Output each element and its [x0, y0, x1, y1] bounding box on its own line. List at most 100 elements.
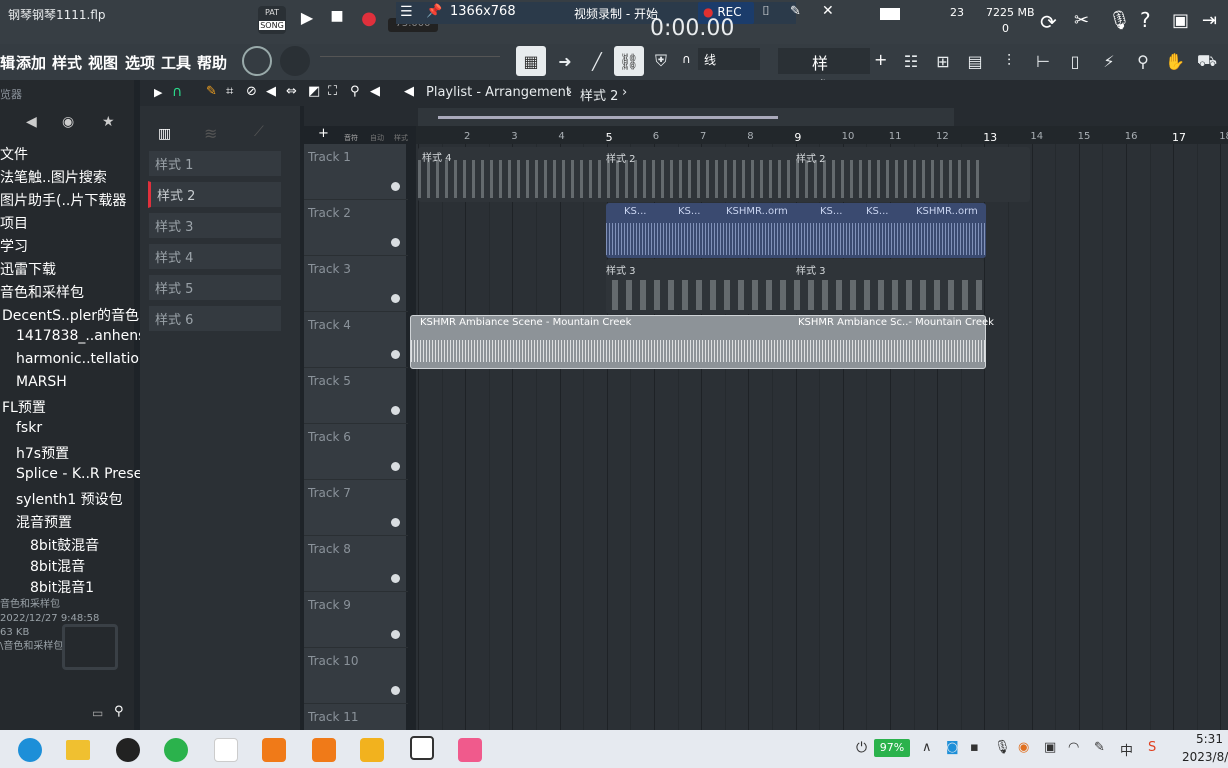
playlist-icon[interactable]: ☷ — [896, 46, 926, 76]
notes-app-icon[interactable] — [360, 738, 384, 762]
track-header[interactable]: Track 10 — [304, 648, 408, 704]
export-icon[interactable]: ⇥ — [1202, 10, 1217, 31]
record-button[interactable]: ● — [356, 8, 382, 34]
track-mute-led[interactable] — [391, 350, 400, 359]
track-mute-led[interactable] — [391, 574, 400, 583]
browser-item[interactable]: 8bit混音 — [30, 556, 85, 576]
tab-patterns[interactable]: 样式 — [394, 133, 408, 143]
track-mute-led[interactable] — [391, 518, 400, 527]
track-mute-led[interactable] — [391, 630, 400, 639]
file-explorer-icon[interactable] — [66, 740, 90, 760]
menu-view[interactable]: 视图 — [88, 52, 118, 73]
track-name[interactable]: Track 5 — [308, 374, 351, 388]
recording-label[interactable]: 视频录制 - 开始 — [574, 5, 658, 22]
add-pattern-icon[interactable]: + — [874, 50, 887, 69]
track-name[interactable]: Track 8 — [308, 542, 351, 556]
browser-item[interactable]: 图片助手(..片下载器 — [0, 190, 126, 210]
track-name[interactable]: Track 11 — [308, 710, 358, 724]
track-header[interactable]: Track 4 — [304, 312, 408, 368]
track-mute-led[interactable] — [391, 406, 400, 415]
search-icon[interactable]: ⚲ — [114, 704, 124, 719]
stamp-icon[interactable]: ⛨ — [646, 46, 676, 76]
folder-icon[interactable]: ▭ — [92, 706, 103, 720]
add-track-icon[interactable]: + — [318, 126, 329, 141]
lamp-icon[interactable]: ⚲ — [1128, 46, 1158, 76]
link-icon[interactable]: ⛓ — [614, 46, 644, 76]
star-icon[interactable]: ★ — [102, 114, 115, 130]
pattern-2[interactable]: 样式 2 — [148, 181, 282, 208]
master-pitch-knob[interactable] — [280, 46, 310, 76]
pattern-4[interactable]: 样式 4 — [148, 243, 282, 270]
browser-item[interactable]: h7s预置 — [16, 443, 69, 463]
browser-item[interactable]: 音色和采样包 — [0, 282, 84, 302]
browser-item[interactable]: 项目 — [0, 213, 28, 233]
browser-tree-icon[interactable]: ⊢ — [1028, 46, 1058, 76]
tab-automation[interactable]: 自动 — [370, 133, 384, 143]
pattern-select[interactable]: 样式 2 — [778, 48, 870, 117]
track-name[interactable]: Track 6 — [308, 430, 351, 444]
browser-item[interactable]: 法笔触..图片搜索 — [0, 167, 107, 187]
track-header[interactable]: Track 8 — [304, 536, 408, 592]
microphone-icon[interactable]: 🎙 — [1108, 10, 1131, 31]
browser-item[interactable]: fskr — [16, 420, 42, 436]
play-button[interactable]: ▶ — [294, 8, 320, 34]
track-name[interactable]: Track 3 — [308, 262, 351, 276]
wifi-icon[interactable]: ◠ — [1068, 740, 1079, 755]
pencil-icon[interactable]: ✎ — [206, 84, 217, 99]
browser-item[interactable]: 8bit混音1 — [30, 577, 94, 597]
browser-item[interactable]: sylenth1 预设包 — [16, 489, 123, 509]
zoom-icon[interactable]: ⚲ — [350, 84, 360, 99]
automation-icon[interactable]: ⟋ — [254, 124, 264, 140]
browser-item-files[interactable]: 文件 — [0, 144, 28, 164]
menu-help[interactable]: 帮助 — [197, 52, 227, 73]
slice-icon[interactable]: ◩ — [308, 84, 320, 99]
globe-icon[interactable]: ◉ — [62, 114, 74, 130]
track-header[interactable]: Track 7 — [304, 480, 408, 536]
pattern-1[interactable]: 样式 1 — [148, 150, 282, 177]
scissors-icon[interactable]: ✂ — [1074, 10, 1089, 31]
select-icon[interactable]: ⛶ — [328, 84, 337, 99]
track-name[interactable]: Track 2 — [308, 206, 351, 220]
step-sequencer-icon[interactable]: ▤ — [960, 46, 990, 76]
mixer-icon[interactable]: ⫶ — [994, 46, 1024, 76]
track-header[interactable]: Track 9 — [304, 592, 408, 648]
menu-options[interactable]: 选项 — [125, 52, 155, 73]
bilibili-icon[interactable] — [410, 736, 434, 760]
menu-edit[interactable]: 辑 — [0, 52, 15, 73]
browser-item[interactable]: Splice - K..R Presets — [16, 466, 155, 482]
menu-add[interactable]: 添加 — [16, 52, 46, 73]
playlist-arrow-icon[interactable]: ▶ — [154, 86, 162, 99]
mute-icon[interactable]: ◀ — [266, 84, 276, 99]
file-icon[interactable]: ▯ — [1060, 46, 1090, 76]
track-header[interactable]: Track 5 — [304, 368, 408, 424]
browser-item[interactable]: 学习 — [0, 236, 28, 256]
paint-icon[interactable]: ⌗ — [226, 84, 233, 99]
save-icon[interactable]: ▣ — [1172, 10, 1189, 31]
piano-roll-icon[interactable]: ▦ — [516, 46, 546, 76]
hand-icon[interactable]: ✋ — [1160, 46, 1190, 76]
playback-icon[interactable]: ◀ — [370, 84, 380, 99]
track-mute-led[interactable] — [391, 294, 400, 303]
pen-icon[interactable]: ✎ — [790, 4, 801, 19]
slip-icon[interactable]: ⇔ — [286, 84, 297, 99]
song-position-slider[interactable] — [320, 56, 500, 62]
track-name[interactable]: Track 9 — [308, 598, 351, 612]
browser-item[interactable]: MARSH — [16, 374, 67, 390]
pin-icon[interactable]: 📌 — [426, 4, 442, 19]
track-header[interactable]: Track 3 — [304, 256, 408, 312]
pattern-5[interactable]: 样式 5 — [148, 274, 282, 301]
baidu-netdisk-icon[interactable] — [214, 738, 238, 762]
track-mute-led[interactable] — [391, 686, 400, 695]
track-mute-led[interactable] — [391, 462, 400, 471]
track-name[interactable]: Track 4 — [308, 318, 351, 332]
pattern-3[interactable]: 样式 3 — [148, 212, 282, 239]
magnet-icon[interactable]: ∩ — [682, 52, 691, 66]
track-name[interactable]: Track 10 — [308, 654, 358, 668]
tray-screen-icon[interactable]: ▣ — [1044, 740, 1056, 755]
clock-date[interactable]: 2023/8/ — [1182, 750, 1228, 764]
fl-studio-2-icon[interactable] — [312, 738, 336, 762]
restart-icon[interactable]: ⟳ — [1040, 10, 1057, 34]
stop-button[interactable]: ■ — [324, 8, 350, 34]
browser-item[interactable]: 8bit鼓混音 — [30, 535, 99, 555]
magnet-snap-icon[interactable]: ∩ — [172, 84, 182, 100]
